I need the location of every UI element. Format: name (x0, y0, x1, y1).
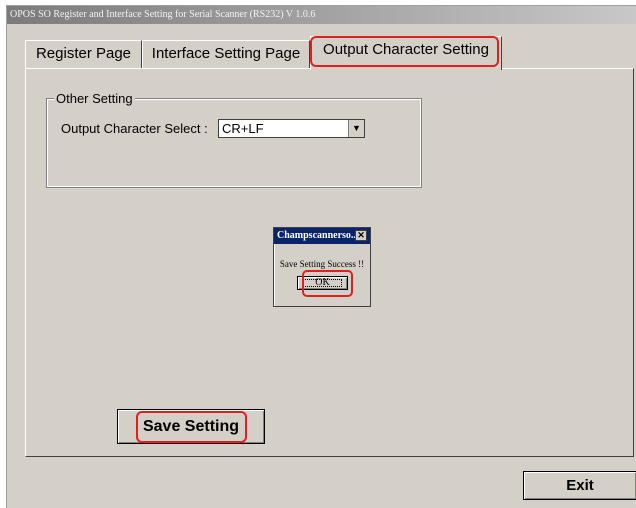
save-success-dialog: Champscannerso... ✕ Save Setting Success… (273, 227, 371, 307)
tab-output-character-setting[interactable]: Output Character Setting (310, 36, 502, 70)
chevron-down-icon[interactable]: ▼ (348, 120, 364, 137)
tab-interface-setting-page[interactable]: Interface Setting Page (142, 40, 310, 68)
ok-button[interactable]: OK (297, 276, 348, 290)
output-character-select-value: CR+LF (222, 121, 264, 136)
window-title: OPOS SO Register and Interface Setting f… (7, 6, 636, 24)
other-setting-group: Other Setting Output Character Select : … (46, 91, 422, 188)
output-character-select-label: Output Character Select : (61, 121, 208, 136)
ok-focus-rect (303, 279, 342, 287)
save-setting-label: Save Setting (142, 418, 240, 435)
save-setting-button[interactable]: Save Setting (117, 409, 265, 444)
dialog-message: Save Setting Success !! (279, 259, 365, 269)
main-window: OPOS SO Register and Interface Setting f… (6, 5, 636, 508)
exit-button[interactable]: Exit (523, 471, 636, 500)
output-character-select[interactable]: CR+LF ▼ (218, 119, 365, 138)
tab-register-page[interactable]: Register Page (25, 40, 142, 68)
other-setting-label: Other Setting (54, 91, 135, 106)
close-icon[interactable]: ✕ (355, 230, 367, 241)
